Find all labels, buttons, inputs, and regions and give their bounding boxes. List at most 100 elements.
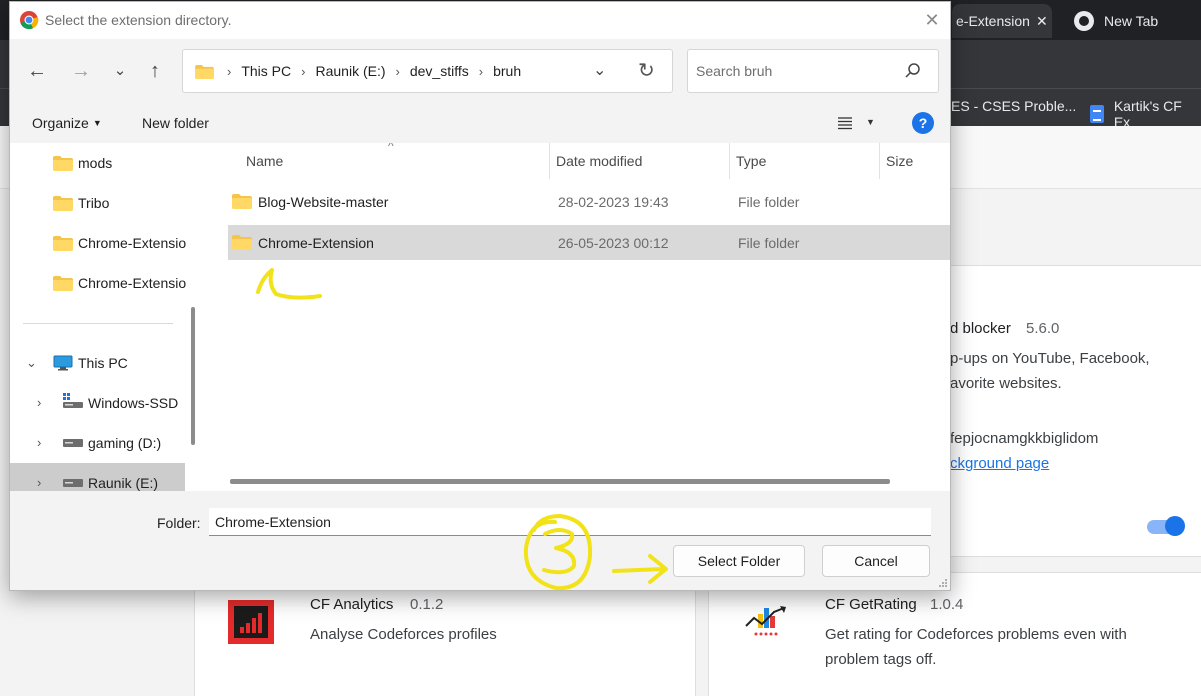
sidebar-item-gaming-d[interactable]: › gaming (D:)	[10, 423, 185, 463]
sidebar-item-label: gaming (D:)	[88, 435, 162, 451]
column-header-type[interactable]: Type	[736, 153, 766, 169]
breadcrumb-separator-icon: ›	[478, 63, 484, 79]
close-tab-icon[interactable]: ✕	[1036, 13, 1048, 30]
expand-chevron-icon[interactable]: ›	[37, 435, 41, 450]
chrome-icon	[20, 11, 39, 30]
inspect-background-link[interactable]: ckground page	[950, 455, 1049, 472]
file-date: 28-02-2023 19:43	[558, 194, 669, 210]
column-divider[interactable]	[729, 143, 730, 179]
select-folder-button[interactable]: Select Folder	[673, 545, 805, 577]
sidebar-item-label: Raunik (E:)	[88, 475, 159, 491]
command-bar: Organize ▼ New folder ▼ ?	[10, 103, 950, 143]
file-name: Blog-Website-master	[258, 194, 389, 210]
file-date: 26-05-2023 00:12	[558, 235, 669, 251]
sidebar-scrollbar[interactable]	[191, 307, 195, 445]
tab-label: New Tab	[1104, 13, 1159, 29]
sidebar-item-raunik-e[interactable]: › Raunik (E:)	[10, 463, 185, 491]
column-header-date[interactable]: Date modified	[556, 153, 642, 169]
extension-description: p-ups on YouTube, Facebook,	[950, 350, 1150, 367]
computer-icon	[53, 355, 73, 371]
address-history-chevron-icon[interactable]: ⌄	[593, 60, 606, 80]
file-list: ^ Name Date modified Type Size Blog-Webs…	[206, 143, 950, 491]
forward-icon[interactable]: →	[67, 57, 95, 85]
sidebar-item-label: Chrome-Extensio	[78, 275, 187, 291]
bookmark-cses[interactable]: ES - CSES Proble...	[951, 98, 1076, 114]
sidebar-item-windows-ssd[interactable]: › Windows-SSD	[10, 383, 185, 423]
sidebar-item-chrome-extension-2[interactable]: Chrome-Extensio	[10, 263, 187, 303]
sidebar-item-this-pc[interactable]: ⌄ This PC	[10, 343, 185, 383]
extension-version: 0.1.2	[410, 596, 444, 613]
search-box[interactable]	[687, 49, 939, 93]
column-divider[interactable]	[879, 143, 880, 179]
sidebar-item-label: Windows-SSD	[88, 395, 179, 411]
dialog-footer: Folder: Select Folder Cancel	[10, 491, 950, 590]
breadcrumb-bruh[interactable]: bruh	[487, 63, 527, 79]
toggle-knob	[1165, 516, 1185, 536]
sidebar-item-label: This PC	[78, 355, 128, 371]
address-bar[interactable]: › This PC › Raunik (E:) › dev_stiffs › b…	[182, 49, 673, 93]
breadcrumb-dev-stiffs[interactable]: dev_stiffs	[404, 63, 475, 79]
column-header-name[interactable]: Name	[246, 153, 283, 169]
cf-getrating-icon	[745, 606, 786, 636]
tab-extensions[interactable]: e-Extension ✕	[952, 4, 1052, 38]
folder-icon	[195, 65, 214, 79]
sidebar-item-label: Chrome-Extensio	[78, 235, 187, 251]
breadcrumb-this-pc[interactable]: This PC	[235, 63, 297, 79]
new-folder-button[interactable]: New folder	[142, 115, 209, 131]
extension-version: 5.6.0	[1026, 320, 1060, 337]
drive-icon	[63, 439, 83, 447]
folder-name-input[interactable]	[209, 508, 931, 536]
breadcrumb: › This PC › Raunik (E:) › dev_stiffs › b…	[223, 63, 527, 79]
extension-name: CF GetRating	[825, 596, 917, 613]
folder-icon	[232, 235, 252, 250]
cf-analytics-icon	[228, 600, 274, 644]
file-row-chrome-extension[interactable]: Chrome-Extension 26-05-2023 00:12 File f…	[228, 225, 950, 260]
collapse-chevron-icon[interactable]: ⌄	[26, 355, 37, 371]
folder-icon	[53, 156, 73, 171]
organize-label: Organize	[32, 115, 89, 131]
folder-icon	[53, 236, 73, 251]
resize-grip-icon[interactable]	[938, 578, 948, 588]
column-header-size[interactable]: Size	[886, 153, 913, 169]
folder-icon	[232, 194, 252, 209]
organize-menu[interactable]: Organize ▼	[32, 115, 102, 131]
extension-name: CF Analytics	[310, 596, 394, 613]
tab-new-tab[interactable]: New Tab	[1074, 8, 1158, 34]
sidebar-item-label: Tribo	[78, 195, 110, 211]
document-icon	[1090, 105, 1104, 123]
view-dropdown-caret-icon[interactable]: ▼	[866, 117, 875, 127]
sidebar-divider	[23, 323, 173, 324]
file-type: File folder	[738, 235, 800, 251]
view-options-icon[interactable]	[836, 115, 854, 131]
extension-description: Analyse Codeforces profiles	[310, 626, 497, 643]
dropdown-caret-icon: ▼	[92, 118, 102, 128]
navigation-pane: mods Tribo Chrome-Extensio Chrome-Extens…	[10, 143, 205, 491]
refresh-icon[interactable]: ↻	[638, 58, 655, 83]
back-icon[interactable]: ←	[23, 57, 51, 85]
expand-chevron-icon[interactable]: ›	[37, 475, 41, 490]
recent-locations-chevron-icon[interactable]: ⌄	[106, 57, 134, 85]
up-folder-icon[interactable]: ↑	[141, 57, 169, 85]
navigation-bar: ← → ⌄ ↑ › This PC › Raunik (E:) › dev_st…	[10, 39, 950, 103]
dialog-title: Select the extension directory.	[45, 12, 232, 28]
file-type: File folder	[738, 194, 800, 210]
column-divider[interactable]	[549, 143, 550, 179]
extension-id: fepjocnamgkkbiglidom	[950, 430, 1099, 447]
file-row-blog-website[interactable]: Blog-Website-master 28-02-2023 19:43 Fil…	[228, 184, 950, 219]
sidebar-item-chrome-extension[interactable]: Chrome-Extensio	[10, 223, 187, 263]
sidebar-item-mods[interactable]: mods	[10, 143, 185, 183]
expand-chevron-icon[interactable]: ›	[37, 395, 41, 410]
horizontal-scrollbar[interactable]	[230, 479, 890, 484]
sidebar-item-tribo[interactable]: Tribo	[10, 183, 185, 223]
breadcrumb-drive[interactable]: Raunik (E:)	[309, 63, 391, 79]
search-icon[interactable]	[904, 62, 922, 80]
help-icon[interactable]: ?	[912, 112, 934, 134]
search-input[interactable]	[696, 61, 896, 81]
breadcrumb-separator-icon: ›	[227, 63, 232, 79]
extension-enable-toggle[interactable]	[1145, 516, 1185, 536]
file-name: Chrome-Extension	[258, 235, 374, 251]
chrome-icon	[1074, 11, 1094, 31]
cancel-button[interactable]: Cancel	[822, 545, 930, 577]
close-icon[interactable]: ✕	[920, 8, 944, 32]
windows-drive-icon	[63, 393, 83, 408]
